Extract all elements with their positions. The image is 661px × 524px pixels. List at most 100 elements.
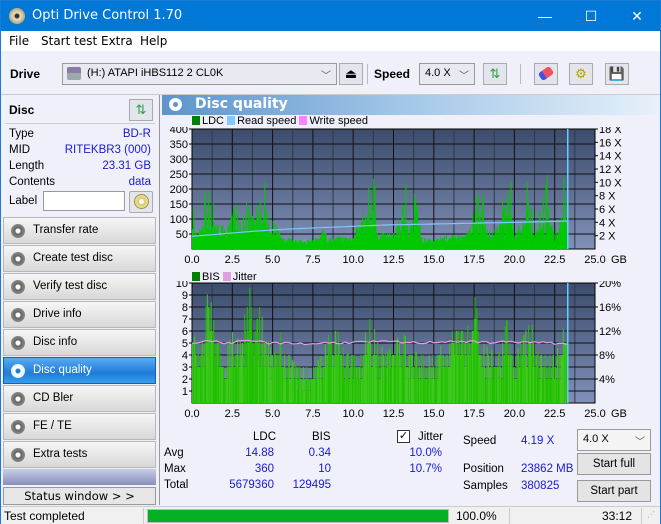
stat-ldc-max: 360 [254,463,274,475]
eject-icon: ⏏ [344,66,358,81]
minimize-button[interactable]: — [522,1,568,31]
x-tick-label: 25.0 [584,408,605,420]
drive-select[interactable]: (H:) ATAPI iHBS112 2 CL0K ﹀ [62,63,337,85]
save-button[interactable]: 💾 [605,63,629,85]
sidebar-item-transfer-rate[interactable]: Transfer rate [3,217,156,244]
sidebar-item-label: Create test disc [33,252,113,264]
disc-info-panel: Disc ⇅ Type BD-R MID RITEKBR3 (000) Length… [3,97,156,215]
position-value: 23862 MB [521,463,574,475]
disc-mid-value: RITEKBR3 (000) [64,144,151,156]
disc-label-input[interactable] [43,191,125,211]
legend-ldc: LDC [202,115,225,127]
progress-text: 100.0% [456,509,497,523]
start-part-button[interactable]: Start part [577,480,651,502]
samples-value: 380825 [521,480,560,492]
y-tick-label-left: 7 [182,314,188,326]
speed-value: 4.19 X [521,435,555,447]
resize-grip[interactable]: ⋰ [647,510,655,519]
legend-read-speed-swatch [227,116,236,125]
stat-bis-total: 129495 [292,479,331,491]
sidebar-item-disc-info[interactable]: Disc info [3,329,156,356]
menu-file[interactable]: File [9,34,29,48]
sidebar-item-cd-bler[interactable]: CD Bler [3,385,156,412]
disc-quality-icon [169,98,182,111]
maximize-button[interactable]: ☐ [568,1,614,31]
disc-type-row: Type BD-R [9,128,155,140]
speed-label: Speed [374,67,411,81]
x-tick-label: 10.0 [342,254,363,266]
speed-select[interactable]: 4.0 X ﹀ [419,63,475,85]
y-tick-label-right: 12 X [599,164,622,176]
x-tick-label: 20.0 [504,408,525,420]
y-tick-label-right: 2 X [599,231,616,243]
x-axis-unit-label: GB [611,254,627,266]
y-tick-label-left: 4 [182,350,188,362]
stat-jitter-avg: 10.0% [409,447,442,459]
menu-start-test[interactable]: Start test [41,34,97,48]
eraser-icon [537,65,555,82]
app-disc-icon [9,8,25,24]
sidebar-item-drive-info[interactable]: Drive info [3,301,156,328]
sidebar: Disc ⇅ Type BD-R MID RITEKBR3 (000) Length… [1,95,158,505]
status-window-button[interactable]: Status window > > [3,487,156,505]
col-jitter-header: Jitter [418,431,443,443]
legend-ldc-swatch [192,116,200,125]
test-speed-select[interactable]: 4.0 X ﹀ [577,429,651,451]
col-ldc-header: LDC [253,431,277,443]
panel-title: Disc quality [195,96,288,112]
menu-extra[interactable]: Extra [101,34,133,48]
sidebar-item-create-test-disc[interactable]: Create test disc [3,245,156,272]
app-window: Opti Drive Control 1.70 — ☐ ✕ File Start… [0,0,661,524]
y-tick-label-left: 250 [170,169,188,181]
sidebar-item-extra-tests[interactable]: Extra tests [3,441,156,468]
disc-icon [11,448,25,462]
x-tick-label: 2.5 [225,408,240,420]
menu-help[interactable]: Help [140,34,167,48]
x-tick-label: 5.0 [265,254,280,266]
disc-quality-panel: Disc quality LDC Read speed Write speed … [159,95,660,505]
progress-fill [148,510,448,522]
disc-mid-row: MID RITEKBR3 (000) [9,144,155,156]
jitter-checkbox[interactable]: ✓ [397,430,410,443]
y-tick-label-right: 20% [599,281,621,290]
start-full-button[interactable]: Start full [577,453,651,475]
refresh-button[interactable]: ⇅ [483,63,507,85]
disc-contents-label: Contents [9,176,56,188]
disc-icon [11,364,25,378]
disc-label-label: Label [9,195,38,207]
sidebar-item-label: FE / TE [33,420,72,432]
legend-bis-swatch [192,272,200,281]
erase-button[interactable] [534,63,558,85]
chevron-down-icon: ﹀ [635,437,645,448]
x-tick-label: 0.0 [184,254,199,266]
x-tick-label: 17.5 [463,408,484,420]
close-button[interactable]: ✕ [614,1,660,31]
sidebar-item-fe-te[interactable]: FE / TE [3,413,156,440]
stat-bis-avg: 0.34 [308,447,331,459]
disc-refresh-button[interactable]: ⇅ [129,99,153,121]
settings-button[interactable]: ⚙ [569,63,593,85]
sidebar-item-verify-test-disc[interactable]: Verify test disc [3,273,156,300]
drive-label: Drive [10,67,41,81]
divider [5,123,155,124]
sidebar-item-disc-quality[interactable]: Disc quality [3,357,156,384]
disc-icon [11,252,25,266]
y-tick-label-right: 16% [599,302,621,314]
x-tick-label: 22.5 [544,408,565,420]
title-bar: Opti Drive Control 1.70 — ☐ ✕ [1,1,660,31]
x-tick-label: 10.0 [342,408,363,420]
disc-length-row: Length 23.31 GB [9,160,155,172]
y-tick-label-right: 8 X [599,191,616,203]
disc-mid-label: MID [9,144,31,156]
disc-label-button[interactable] [129,191,153,213]
sidebar-item-label: Transfer rate [33,224,99,236]
refresh-arrows-icon: ⇅ [135,102,147,117]
eject-button[interactable]: ⏏ [339,63,363,85]
bis-chart: 12345678910 4% 8% 12% 16% 20% 0.0 2.5 5.0 7.5 10.0… [176,281,627,420]
y-tick-label-left: 3 [182,362,188,374]
col-bis-header: BIS [312,431,331,443]
x-tick-label: 12.5 [383,408,404,420]
samples-label: Samples [463,480,508,492]
disc-contents-row: Contents data [9,176,155,188]
y-tick-label-right: 6 X [599,204,616,216]
